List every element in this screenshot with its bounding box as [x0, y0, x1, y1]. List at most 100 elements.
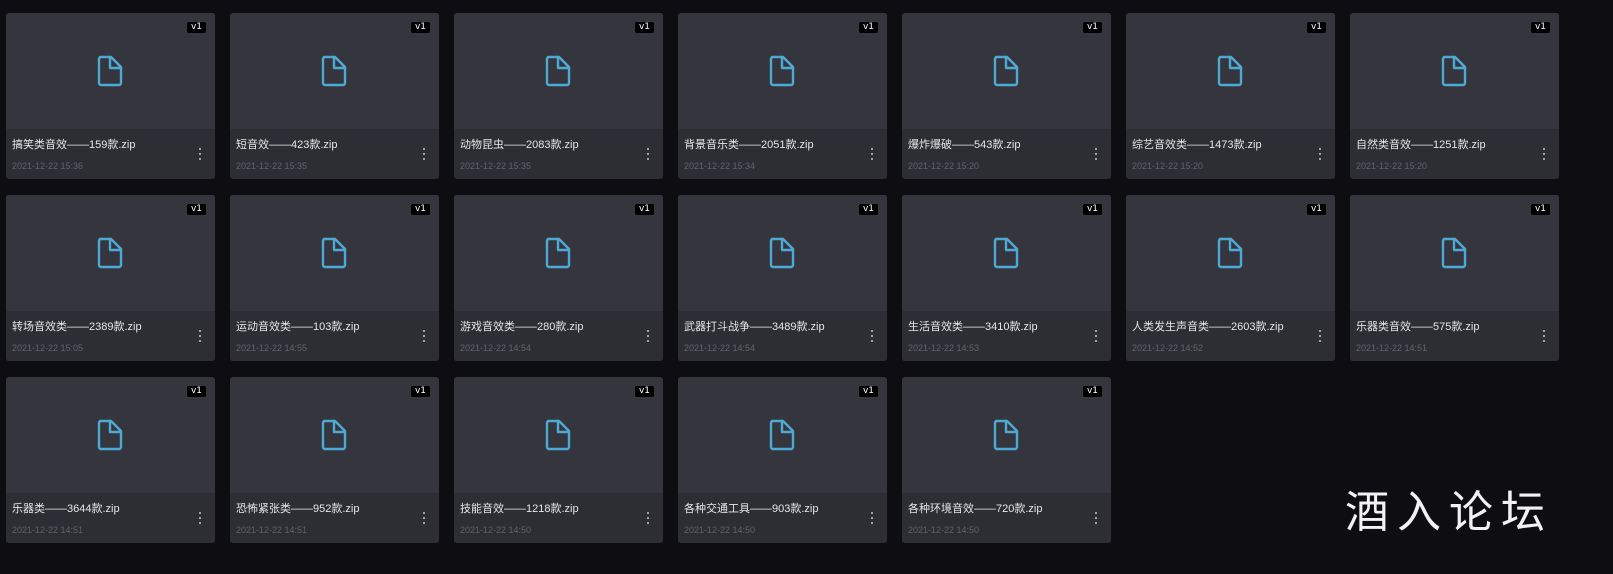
more-vertical-icon[interactable]: [867, 147, 877, 161]
file-thumbnail[interactable]: v1: [678, 377, 887, 493]
file-card[interactable]: v1 游戏音效类——280款.zip 2021-12-22 14:54: [454, 195, 663, 361]
file-thumbnail[interactable]: v1: [678, 13, 887, 129]
file-icon: [993, 55, 1019, 87]
file-card[interactable]: v1 人类发生声音类——2603款.zip 2021-12-22 14:52: [1126, 195, 1335, 361]
file-info: 人类发生声音类——2603款.zip 2021-12-22 14:52: [1126, 311, 1335, 361]
file-card[interactable]: v1 综艺音效类——1473款.zip 2021-12-22 15:20: [1126, 13, 1335, 179]
file-thumbnail[interactable]: v1: [454, 377, 663, 493]
more-vertical-icon[interactable]: [195, 147, 205, 161]
file-name: 乐器类——3644款.zip: [12, 503, 120, 515]
file-timestamp: 2021-12-22 14:50: [460, 525, 532, 535]
file-icon: [545, 419, 571, 451]
file-thumbnail[interactable]: v1: [230, 377, 439, 493]
version-badge: v1: [634, 204, 654, 215]
file-thumbnail[interactable]: v1: [6, 195, 215, 311]
file-icon: [321, 237, 347, 269]
file-info: 游戏音效类——280款.zip 2021-12-22 14:54: [454, 311, 663, 361]
file-thumbnail[interactable]: v1: [1350, 13, 1559, 129]
file-info: 自然类音效——1251款.zip 2021-12-22 15:20: [1350, 129, 1559, 179]
file-card[interactable]: v1 短音效——423款.zip 2021-12-22 15:35: [230, 13, 439, 179]
version-badge: v1: [1082, 204, 1102, 215]
file-timestamp: 2021-12-22 15:35: [460, 161, 532, 171]
version-badge: v1: [410, 386, 430, 397]
file-thumbnail[interactable]: v1: [902, 377, 1111, 493]
more-vertical-icon[interactable]: [1539, 147, 1549, 161]
file-icon: [545, 237, 571, 269]
file-card[interactable]: v1 背景音乐类——2051款.zip 2021-12-22 15:34: [678, 13, 887, 179]
file-info: 转场音效类——2389款.zip 2021-12-22 15:05: [6, 311, 215, 361]
watermark-text: 酒入论坛: [1345, 487, 1553, 538]
file-thumbnail[interactable]: v1: [1126, 195, 1335, 311]
version-badge: v1: [186, 204, 206, 215]
file-card[interactable]: v1 动物昆虫——2083款.zip 2021-12-22 15:35: [454, 13, 663, 179]
more-vertical-icon[interactable]: [1315, 329, 1325, 343]
more-vertical-icon[interactable]: [1091, 329, 1101, 343]
file-thumbnail[interactable]: v1: [230, 13, 439, 129]
file-card[interactable]: v1 运动音效类——103款.zip 2021-12-22 14:55: [230, 195, 439, 361]
file-thumbnail[interactable]: v1: [6, 377, 215, 493]
file-name: 武器打斗战争——3489款.zip: [684, 321, 825, 333]
file-timestamp: 2021-12-22 14:51: [12, 525, 84, 535]
version-badge: v1: [1306, 22, 1326, 33]
file-thumbnail[interactable]: v1: [902, 13, 1111, 129]
file-info: 武器打斗战争——3489款.zip 2021-12-22 14:54: [678, 311, 887, 361]
file-thumbnail[interactable]: v1: [902, 195, 1111, 311]
file-name: 生活音效类——3410款.zip: [908, 321, 1038, 333]
more-vertical-icon[interactable]: [195, 511, 205, 525]
file-card[interactable]: v1 乐器类——3644款.zip 2021-12-22 14:51: [6, 377, 215, 543]
more-vertical-icon[interactable]: [419, 329, 429, 343]
more-vertical-icon[interactable]: [1091, 511, 1101, 525]
file-thumbnail[interactable]: v1: [678, 195, 887, 311]
file-name: 转场音效类——2389款.zip: [12, 321, 142, 333]
file-card[interactable]: v1 自然类音效——1251款.zip 2021-12-22 15:20: [1350, 13, 1559, 179]
version-badge: v1: [858, 204, 878, 215]
file-name: 游戏音效类——280款.zip: [460, 321, 584, 333]
file-card[interactable]: v1 搞笑类音效——159款.zip 2021-12-22 15:36: [6, 13, 215, 179]
file-card[interactable]: v1 生活音效类——3410款.zip 2021-12-22 14:53: [902, 195, 1111, 361]
file-icon: [321, 55, 347, 87]
file-timestamp: 2021-12-22 15:20: [1356, 161, 1428, 171]
file-card[interactable]: v1 各种环境音效——720款.zip 2021-12-22 14:50: [902, 377, 1111, 543]
file-card[interactable]: v1 各种交通工具——903款.zip 2021-12-22 14:50: [678, 377, 887, 543]
file-name: 搞笑类音效——159款.zip: [12, 139, 136, 151]
file-thumbnail[interactable]: v1: [230, 195, 439, 311]
more-vertical-icon[interactable]: [419, 147, 429, 161]
file-thumbnail[interactable]: v1: [1350, 195, 1559, 311]
file-info: 乐器类——3644款.zip 2021-12-22 14:51: [6, 493, 215, 543]
more-vertical-icon[interactable]: [419, 511, 429, 525]
file-timestamp: 2021-12-22 14:54: [684, 343, 756, 353]
file-info: 短音效——423款.zip 2021-12-22 15:35: [230, 129, 439, 179]
more-vertical-icon[interactable]: [643, 511, 653, 525]
file-info: 综艺音效类——1473款.zip 2021-12-22 15:20: [1126, 129, 1335, 179]
file-name: 动物昆虫——2083款.zip: [460, 139, 579, 151]
file-info: 各种环境音效——720款.zip 2021-12-22 14:50: [902, 493, 1111, 543]
file-timestamp: 2021-12-22 14:53: [908, 343, 980, 353]
file-card[interactable]: v1 转场音效类——2389款.zip 2021-12-22 15:05: [6, 195, 215, 361]
more-vertical-icon[interactable]: [1315, 147, 1325, 161]
file-icon: [1441, 55, 1467, 87]
file-timestamp: 2021-12-22 14:55: [236, 343, 308, 353]
file-grid: v1 搞笑类音效——159款.zip 2021-12-22 15:36 v1 短音效——…: [6, 13, 1559, 543]
more-vertical-icon[interactable]: [643, 147, 653, 161]
more-vertical-icon[interactable]: [643, 329, 653, 343]
more-vertical-icon[interactable]: [195, 329, 205, 343]
version-badge: v1: [634, 22, 654, 33]
version-badge: v1: [1082, 22, 1102, 33]
file-thumbnail[interactable]: v1: [1126, 13, 1335, 129]
file-card[interactable]: v1 武器打斗战争——3489款.zip 2021-12-22 14:54: [678, 195, 887, 361]
file-thumbnail[interactable]: v1: [6, 13, 215, 129]
file-card[interactable]: v1 技能音效——1218款.zip 2021-12-22 14:50: [454, 377, 663, 543]
file-name: 短音效——423款.zip: [236, 139, 338, 151]
file-info: 生活音效类——3410款.zip 2021-12-22 14:53: [902, 311, 1111, 361]
file-icon: [1217, 237, 1243, 269]
file-card[interactable]: v1 爆炸爆破——543款.zip 2021-12-22 15:20: [902, 13, 1111, 179]
file-card[interactable]: v1 乐器类音效——575款.zip 2021-12-22 14:51: [1350, 195, 1559, 361]
file-thumbnail[interactable]: v1: [454, 195, 663, 311]
more-vertical-icon[interactable]: [1539, 329, 1549, 343]
file-card[interactable]: v1 恐怖紧张类——952款.zip 2021-12-22 14:51: [230, 377, 439, 543]
version-badge: v1: [1530, 204, 1550, 215]
file-thumbnail[interactable]: v1: [454, 13, 663, 129]
more-vertical-icon[interactable]: [867, 329, 877, 343]
more-vertical-icon[interactable]: [867, 511, 877, 525]
more-vertical-icon[interactable]: [1091, 147, 1101, 161]
